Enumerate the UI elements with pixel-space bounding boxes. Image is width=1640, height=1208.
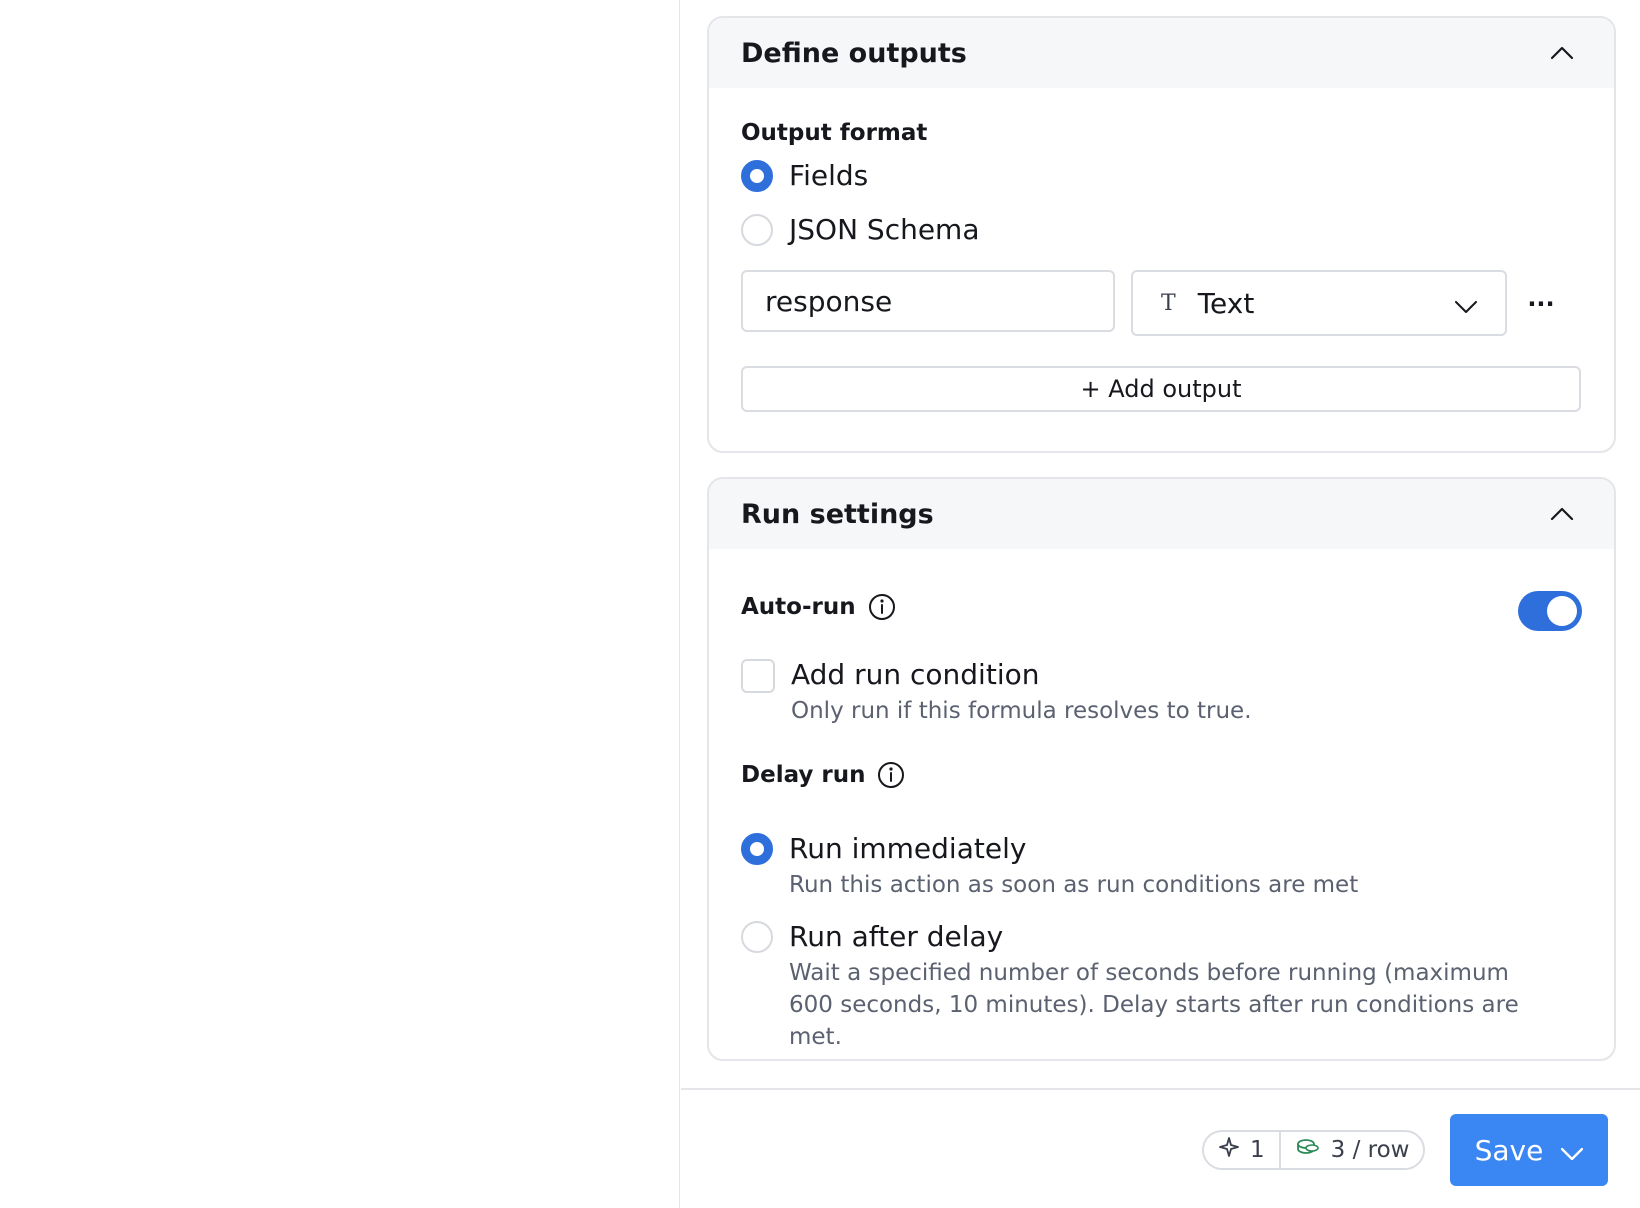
define-outputs-header[interactable]: Define outputs	[709, 18, 1614, 88]
more-options-glyph: ···	[1527, 290, 1555, 318]
run-settings-title: Run settings	[741, 498, 934, 530]
format-option-json-schema[interactable]: JSON Schema	[741, 214, 980, 246]
run-condition-row[interactable]: Add run condition Only run if this formu…	[741, 659, 1252, 727]
toggle-knob	[1547, 596, 1577, 626]
run-immediately-label: Run immediately	[789, 832, 1027, 865]
run-condition-description: Only run if this formula resolves to tru…	[791, 698, 1252, 724]
coins-icon	[1295, 1137, 1321, 1163]
delay-run-text: Delay run	[741, 762, 866, 788]
run-condition-label: Add run condition	[791, 658, 1040, 691]
radio-fields-label: Fields	[789, 159, 869, 192]
radio-run-immediately[interactable]	[741, 833, 773, 865]
run-after-delay-description: Wait a specified number of seconds befor…	[789, 960, 1519, 1050]
settings-panel: Define outputs Output format Fields JSON…	[681, 0, 1640, 1208]
sparkle-icon	[1218, 1136, 1240, 1164]
output-format-label: Output format	[741, 120, 927, 146]
radio-json-schema[interactable]	[741, 214, 773, 246]
credits-per-row: 3 / row	[1281, 1132, 1424, 1168]
define-outputs-title: Define outputs	[741, 37, 967, 69]
delay-option-after-delay[interactable]: Run after delay Wait a specified number …	[741, 921, 1549, 1053]
auto-run-toggle[interactable]	[1518, 591, 1582, 631]
save-label: Save	[1474, 1133, 1544, 1167]
run-immediately-description: Run this action as soon as run condition…	[789, 872, 1359, 898]
run-settings-header[interactable]: Run settings	[709, 479, 1614, 549]
output-format-label-text: Output format	[741, 120, 928, 146]
output-name-input[interactable]: response	[741, 270, 1115, 332]
delay-option-immediately[interactable]: Run immediately Run this action as soon …	[741, 833, 1358, 901]
sparkle-count: 1	[1204, 1132, 1279, 1168]
chevron-up-icon[interactable]	[1542, 494, 1582, 534]
output-type-select[interactable]: T Text	[1131, 270, 1507, 336]
chevron-down-icon	[1455, 287, 1477, 320]
footer-divider	[681, 1088, 1640, 1090]
output-type-value: Text	[1197, 286, 1255, 320]
credits-label: 3 / row	[1330, 1137, 1410, 1163]
radio-fields[interactable]	[741, 160, 773, 192]
define-outputs-card: Define outputs Output format Fields JSON…	[707, 16, 1616, 453]
chevron-down-icon[interactable]	[1561, 1134, 1584, 1167]
radio-json-schema-label: JSON Schema	[789, 213, 980, 246]
save-button[interactable]: Save	[1450, 1114, 1608, 1186]
sparkle-count-value: 1	[1250, 1137, 1265, 1163]
radio-run-after-delay[interactable]	[741, 921, 773, 953]
text-type-icon: T	[1161, 290, 1176, 316]
more-options-icon[interactable]: ···	[1521, 286, 1561, 322]
auto-run-label: Auto-run	[741, 593, 896, 621]
format-option-fields[interactable]: Fields	[741, 160, 868, 192]
add-output-button[interactable]: + Add output	[741, 366, 1581, 412]
usage-pill[interactable]: 1 3 / row	[1202, 1130, 1426, 1170]
run-after-delay-label: Run after delay	[789, 920, 1004, 953]
run-settings-card: Run settings Auto-run Add run condition …	[707, 477, 1616, 1061]
run-condition-checkbox[interactable]	[741, 659, 775, 693]
info-icon[interactable]	[868, 593, 896, 621]
output-name-value: response	[765, 284, 893, 318]
chevron-up-icon[interactable]	[1542, 33, 1582, 73]
info-icon[interactable]	[877, 761, 905, 789]
left-pane	[0, 0, 680, 1208]
delay-run-label: Delay run	[741, 761, 905, 789]
auto-run-text: Auto-run	[741, 594, 856, 620]
add-output-label: + Add output	[1080, 375, 1242, 403]
